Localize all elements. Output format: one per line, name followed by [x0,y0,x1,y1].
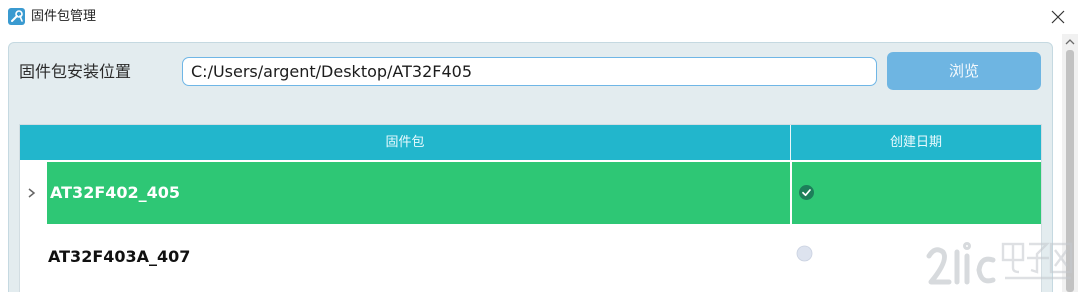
close-icon [1051,10,1065,24]
chevron-right-icon[interactable] [26,186,38,200]
radio-empty-icon[interactable] [796,245,813,262]
package-cell-selected[interactable]: AT32F402_405 [47,162,790,224]
table-row[interactable]: AT32F403A_407 [20,225,1041,289]
column-header-created-date[interactable]: 创建日期 [791,125,1041,160]
close-button[interactable] [1046,6,1070,28]
install-location-label: 固件包安装位置 [19,62,132,81]
firmware-table: 固件包 创建日期 AT32F402_405 AT32F403A_407 [19,124,1042,292]
wrench-app-icon [8,8,25,25]
firmware-manager-window: 固件包管理 固件包安装位置 浏览 固件包 创建日期 AT32F402_405 [0,0,1078,292]
title-bar: 固件包管理 [0,0,1078,34]
scroll-up-arrow-icon[interactable] [1065,38,1075,46]
date-cell-selected[interactable] [792,162,1041,224]
scrollbar-thumb[interactable] [1066,50,1074,292]
browse-button[interactable]: 浏览 [887,52,1041,90]
window-title: 固件包管理 [31,9,97,24]
table-row[interactable]: AT32F402_405 [20,162,1041,224]
column-header-package[interactable]: 固件包 [20,125,790,160]
package-name: AT32F402_405 [50,183,181,202]
package-name: AT32F403A_407 [48,247,191,266]
check-circle-icon [799,185,814,200]
vertical-scrollbar[interactable] [1062,34,1078,292]
install-path-input[interactable] [182,57,877,86]
table-header: 固件包 创建日期 [20,125,1041,160]
